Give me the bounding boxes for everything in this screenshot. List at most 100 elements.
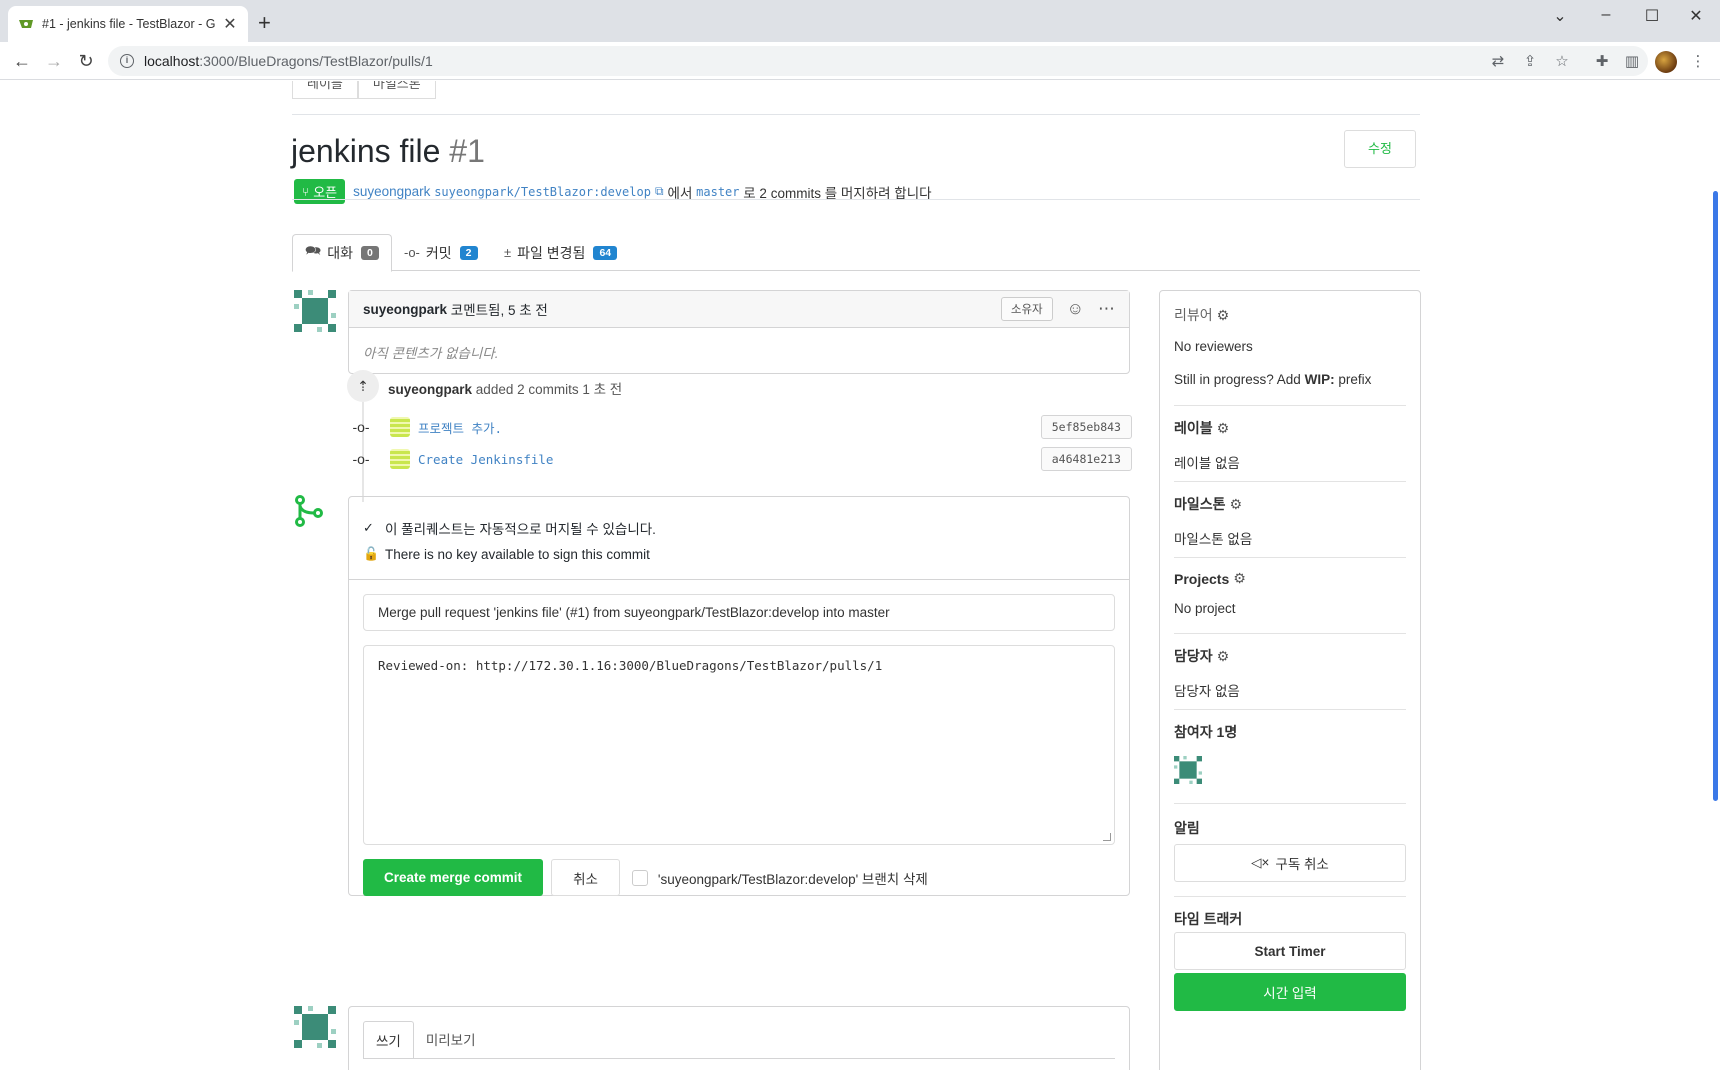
- divider: [363, 1058, 1115, 1059]
- new-tab-icon[interactable]: +: [258, 12, 271, 34]
- tab-search-icon[interactable]: ⌄: [1540, 6, 1580, 26]
- author-link[interactable]: suyeongpark: [353, 184, 430, 199]
- tab-label: 파일 변경됨: [517, 244, 586, 261]
- divider: [1174, 803, 1406, 804]
- commit-avatar: [390, 417, 410, 437]
- labels-section: 레이블 ⚙ 레이블 없음: [1174, 418, 1406, 472]
- labels-header[interactable]: 레이블 ⚙: [1174, 418, 1406, 438]
- tab-label: 대화: [327, 245, 353, 261]
- add-time-button[interactable]: 시간 입력: [1174, 973, 1406, 1011]
- comment-author[interactable]: suyeongpark: [363, 302, 447, 317]
- comment-header: suyeongpark 코멘트됨, 5 초 전 소유자 ☺ ⋯: [349, 291, 1129, 328]
- mergeable-text: 이 풀리퀘스트는 자동적으로 머지될 수 있습니다.: [385, 522, 656, 537]
- pull-request-icon: ⑂: [302, 184, 310, 199]
- resize-handle[interactable]: [1103, 833, 1111, 841]
- delete-branch-label[interactable]: 'suyeongpark/TestBlazor:develop' 브랜치 삭제: [658, 868, 928, 888]
- divider: [1174, 557, 1406, 558]
- participant-avatar[interactable]: [1174, 756, 1202, 784]
- profile-avatar[interactable]: [1655, 51, 1677, 73]
- milestone-section: 마일스톤 ⚙ 마일스톤 없음: [1174, 494, 1406, 548]
- merge-status: ✓ 이 풀리퀘스트는 자동적으로 머지될 수 있습니다. 🔓 There is no…: [349, 497, 1129, 580]
- cancel-button[interactable]: 취소: [551, 859, 620, 896]
- site-info-icon[interactable]: i: [120, 54, 134, 68]
- tab-commits[interactable]: -o- 커밋 2: [392, 234, 490, 271]
- reaction-icon[interactable]: ☺: [1067, 299, 1084, 319]
- reviewers-header[interactable]: 리뷰어 ⚙: [1174, 305, 1406, 325]
- start-timer-button[interactable]: Start Timer: [1174, 932, 1406, 970]
- commit-icon: -o-: [352, 419, 370, 435]
- forward-icon[interactable]: →: [42, 50, 66, 74]
- projects-value: No project: [1174, 601, 1236, 616]
- editor-tabs: 쓰기 미리보기: [363, 1021, 488, 1059]
- labels-tab[interactable]: 레이블: [292, 81, 358, 99]
- divider: [1174, 709, 1406, 710]
- scrollbar[interactable]: [1713, 191, 1718, 801]
- pr-meta: ⑂ 오픈 suyeongpark suyeongpark/TestBlazor:…: [294, 179, 932, 204]
- assignees-header[interactable]: 담당자 ⚙: [1174, 646, 1406, 666]
- tab-write[interactable]: 쓰기: [363, 1021, 414, 1059]
- tab-conversation[interactable]: 🗪 대화 0: [292, 234, 392, 272]
- tab-label: 커밋: [425, 244, 452, 261]
- commit-icon: -o-: [404, 245, 420, 260]
- push-event-text: added 2 commits 1 초 전: [475, 382, 623, 397]
- delete-branch-checkbox[interactable]: [631, 869, 648, 886]
- base-branch-link[interactable]: master: [696, 185, 739, 199]
- back-icon[interactable]: ←: [10, 50, 34, 74]
- avatar[interactable]: [294, 1006, 336, 1048]
- tab-files-changed[interactable]: ± 파일 변경됨 64: [492, 234, 629, 271]
- participants-header: 참여자 1명: [1174, 724, 1238, 740]
- head-branch-link[interactable]: suyeongpark/TestBlazor:develop: [434, 185, 651, 199]
- create-merge-commit-button[interactable]: Create merge commit: [363, 859, 544, 896]
- projects-header[interactable]: Projects ⚙: [1174, 570, 1406, 587]
- browser-menu-icon[interactable]: ⋮: [1688, 52, 1708, 72]
- share-icon[interactable]: ⇪: [1520, 52, 1540, 72]
- more-options-icon[interactable]: ⋯: [1098, 299, 1115, 319]
- participants-section: 참여자 1명: [1174, 722, 1406, 787]
- gear-icon: ⚙: [1233, 570, 1246, 586]
- window-close-icon[interactable]: ✕: [1676, 6, 1716, 26]
- tab-count: 0: [360, 246, 379, 260]
- bookmark-star-icon[interactable]: ☆: [1552, 52, 1572, 72]
- pr-sidebar: 리뷰어 ⚙ No reviewers Still in progress? Add…: [1159, 290, 1421, 1070]
- commit-message-link[interactable]: 프로젝트 추가.: [418, 418, 1041, 437]
- push-event: suyeongpark added 2 commits 1 초 전: [388, 378, 622, 398]
- unsubscribe-button[interactable]: ◁× 구독 취소: [1174, 844, 1406, 882]
- milestone-header[interactable]: 마일스톤 ⚙: [1174, 494, 1406, 514]
- url-host: localhost: [144, 53, 200, 69]
- commit-sha[interactable]: 5ef85eb843: [1040, 415, 1132, 439]
- gear-icon: ⚙: [1216, 419, 1230, 436]
- tab-close-icon[interactable]: ✕: [222, 14, 238, 34]
- comment-body: 아직 콘텐츠가 없습니다.: [363, 346, 499, 361]
- commit-message-link[interactable]: Create Jenkinsfile: [418, 452, 1041, 467]
- extensions-icon[interactable]: ✚: [1592, 52, 1612, 72]
- owner-tag: 소유자: [1000, 297, 1053, 321]
- assignees-section: 담당자 ⚙ 담당자 없음: [1174, 646, 1406, 700]
- time-tracker-header: 타임 트래커: [1174, 911, 1243, 927]
- translate-icon[interactable]: ⇄: [1488, 52, 1508, 72]
- merge-message-textarea[interactable]: Reviewed-on: http://172.30.1.16:3000/Blu…: [363, 645, 1115, 845]
- pr-number: #1: [449, 133, 485, 169]
- edit-title-button[interactable]: 수정: [1344, 130, 1416, 168]
- browser-tab[interactable]: #1 - jenkins file - TestBlazor - G ✕: [8, 6, 248, 42]
- page-title: jenkins file #1: [291, 133, 485, 170]
- projects-title: Projects: [1174, 570, 1230, 587]
- push-author[interactable]: suyeongpark: [388, 382, 472, 397]
- avatar[interactable]: [294, 290, 336, 332]
- address-bar[interactable]: i localhost:3000/BlueDragons/TestBlazor/…: [108, 46, 1648, 76]
- status-badge: ⑂ 오픈: [294, 179, 346, 204]
- wip-bold[interactable]: WIP:: [1305, 372, 1335, 387]
- commit-sha[interactable]: a46481e213: [1040, 447, 1132, 471]
- divider: [292, 114, 1420, 115]
- comment-editor: 쓰기 미리보기: [348, 1006, 1130, 1070]
- reload-icon[interactable]: ↻: [74, 50, 98, 74]
- milestones-tab[interactable]: 마일스톤: [357, 81, 436, 99]
- maximize-icon[interactable]: ☐: [1632, 6, 1672, 26]
- copy-icon[interactable]: ⧉: [655, 184, 664, 199]
- side-panel-icon[interactable]: ▥: [1622, 52, 1642, 72]
- commit-icon: -o-: [352, 451, 370, 467]
- minimize-icon[interactable]: –: [1586, 6, 1626, 24]
- merge-title-input[interactable]: Merge pull request 'jenkins file' (#1) f…: [363, 594, 1115, 631]
- projects-section: Projects ⚙ No project: [1174, 570, 1406, 616]
- browser-toolbar: ← → ↻ i localhost:3000/BlueDragons/TestB…: [0, 42, 1720, 80]
- tab-preview[interactable]: 미리보기: [414, 1021, 488, 1059]
